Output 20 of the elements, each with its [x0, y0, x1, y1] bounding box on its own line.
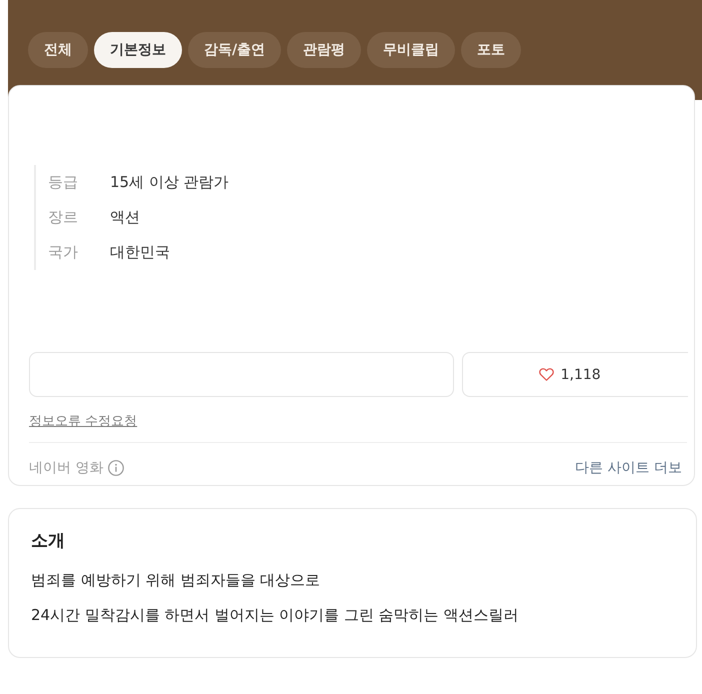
field-value: 15세 이상 관람가 — [110, 173, 229, 192]
tab[interactable]: 무비클립 — [367, 32, 456, 68]
like-button[interactable]: 1,118 — [462, 352, 688, 397]
intro-title: 소개 — [31, 530, 66, 553]
tab[interactable]: 기본정보 — [94, 32, 182, 68]
source-label: 네이버 영화 — [29, 459, 104, 477]
field-value: 대한민국 — [110, 243, 170, 262]
field-label: 국가 — [48, 243, 79, 262]
tab[interactable]: 포토 — [461, 32, 522, 68]
tab[interactable]: 관람평 — [287, 32, 362, 68]
intro-text: 범죄를 예방하기 위해 범죄자들을 대상으로 — [31, 570, 322, 591]
error-report-link[interactable]: 정보오류 수정요청 — [29, 414, 138, 429]
field-value: 액션 — [110, 208, 140, 227]
more-sites-link[interactable]: 다른 사이트 더보 — [575, 459, 682, 477]
intro-text: 24시간 밀착감시를 하면서 벌어지는 이야기를 그린 숨막히는 액션스릴러 — [31, 605, 520, 626]
info-icon[interactable] — [108, 460, 124, 476]
field-label: 장르 — [48, 208, 79, 227]
tab[interactable]: 감독/출연 — [188, 32, 282, 68]
tab[interactable]: 전체 — [28, 32, 88, 68]
field-label: 등급 — [48, 173, 79, 192]
